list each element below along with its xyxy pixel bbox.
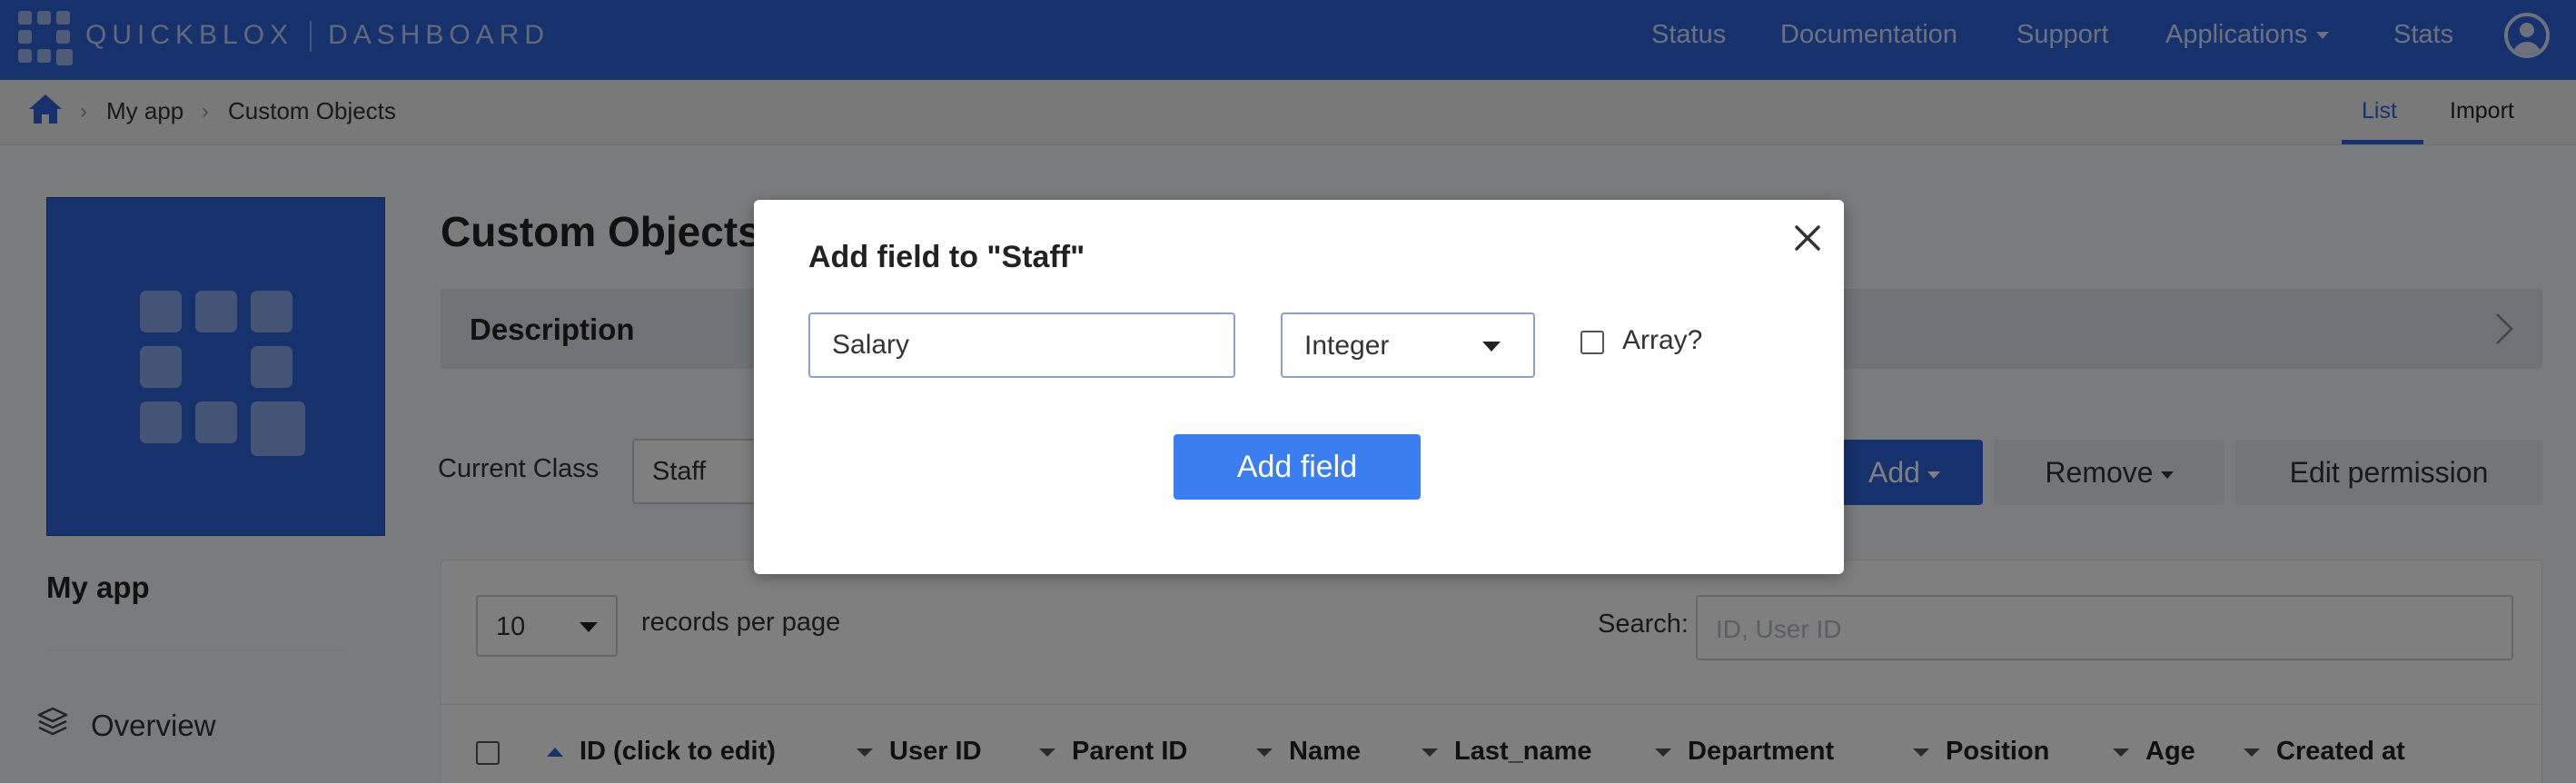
close-icon[interactable] <box>1789 220 1826 256</box>
field-type-value: Integer <box>1304 331 1390 361</box>
array-checkbox[interactable] <box>1580 331 1604 354</box>
field-name-input[interactable] <box>808 312 1235 378</box>
modal-title: Add field to "Staff" <box>808 240 1085 274</box>
add-field-modal: Add field to "Staff" Integer Array? Add … <box>754 200 1844 574</box>
array-label[interactable]: Array? <box>1622 325 1702 356</box>
chevron-down-icon <box>1482 342 1501 352</box>
field-type-select[interactable]: Integer <box>1281 312 1535 378</box>
add-field-button[interactable]: Add field <box>1174 434 1421 500</box>
